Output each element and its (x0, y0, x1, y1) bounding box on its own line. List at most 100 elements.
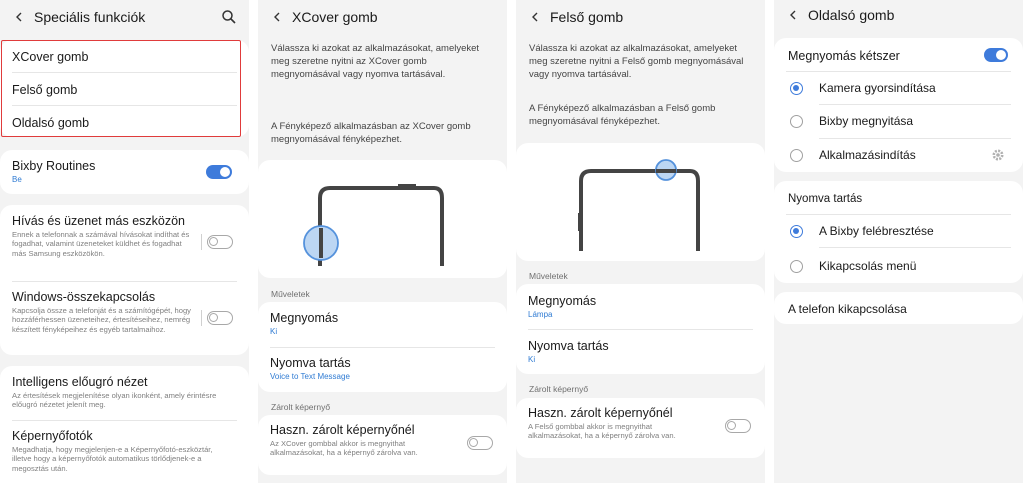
screenshots-title: Képernyőfotók (12, 429, 93, 443)
intro-camera-text: A Fényképező alkalmazásban az XCover gom… (271, 121, 471, 145)
hold-item[interactable]: Nyomva tartás Ki (528, 339, 753, 364)
option-open-app[interactable]: Alkalmazásindítás (819, 148, 916, 162)
illustration-card (258, 160, 507, 278)
windows-title: Windows-összekapcsolás (12, 290, 156, 304)
illustration-card (516, 143, 765, 261)
double-press-title: Megnyomás kétszer (788, 49, 900, 63)
windows-desc: Kapcsolja össze a telefonját és a számít… (12, 306, 191, 334)
divider (819, 104, 1011, 105)
actions-card: Megnyomás Lámpa Nyomva tartás Ki (516, 284, 765, 374)
hold-value: Voice to Text Message (270, 372, 350, 381)
option-open-bixby[interactable]: Bixby megnyitása (819, 114, 913, 128)
radio-quick-launch-camera[interactable] (790, 82, 803, 95)
press-value: Lámpa (528, 310, 553, 319)
screenshots-item[interactable]: Képernyőfotók Megadhatja, hogy megjelenj… (12, 429, 234, 473)
option-quick-launch-camera[interactable]: Kamera gyorsindítása (819, 81, 936, 95)
hold-card: Nyomva tartás A Bixby felébresztése Kika… (774, 181, 1023, 283)
power-off-item[interactable]: A telefon kikapcsolása (788, 302, 907, 316)
divider (270, 347, 495, 348)
bixby-routines-title: Bixby Routines (12, 159, 96, 173)
hold-title: Nyomva tartás (270, 356, 351, 370)
header: XCover gomb (258, 0, 507, 34)
back-arrow-icon[interactable] (270, 10, 284, 24)
divider (819, 247, 1011, 248)
radio-power-off-menu[interactable] (790, 260, 803, 273)
double-press-card: Megnyomás kétszer Kamera gyorsindítása B… (774, 38, 1023, 172)
calls-toggle[interactable] (207, 235, 233, 249)
lock-desc: A Felső gombbal akkor is megnyithat alka… (528, 422, 676, 441)
screen-xcover-button: XCover gomb Válassza ki azokat az alkalm… (258, 0, 507, 483)
bixby-card[interactable]: Bixby Routines Be (0, 150, 249, 194)
page-title: Speciális funkciók (34, 9, 146, 25)
phone-xcover-illustration (303, 184, 444, 266)
page-title: Felső gomb (550, 9, 624, 25)
smart-popup-item[interactable]: Intelligens előugró nézet Az értesítések… (12, 375, 234, 410)
lock-screen-toggle[interactable] (467, 436, 493, 450)
hold-value: Ki (528, 355, 536, 364)
header: Felső gomb (516, 0, 765, 34)
lock-screen-item[interactable]: Haszn. zárolt képernyőnél A Felső gombba… (528, 406, 705, 441)
windows-toggle[interactable] (207, 311, 233, 325)
phone-top-button-illustration (578, 159, 700, 251)
screen-top-button: Felső gomb Válassza ki azokat az alkalma… (516, 0, 765, 483)
double-press-toggle[interactable] (984, 48, 1008, 62)
intro-camera-text: A Fényképező alkalmazásban a Felső gomb … (529, 103, 716, 127)
radio-open-bixby[interactable] (790, 115, 803, 128)
smart-popup-title: Intelligens előugró nézet (12, 375, 148, 389)
misc-card: Intelligens előugró nézet Az értesítések… (0, 366, 249, 483)
divider (786, 71, 1011, 72)
press-value: Ki (270, 327, 278, 336)
lock-screen-toggle[interactable] (725, 419, 751, 433)
header: Speciális funkciók (0, 0, 249, 34)
link-to-windows-item[interactable]: Windows-összekapcsolás Kapcsolja össze a… (12, 290, 191, 334)
press-title: Megnyomás (528, 294, 597, 308)
back-arrow-icon[interactable] (528, 10, 542, 24)
section-lock-screen: Zárolt képernyő (529, 384, 589, 394)
section-lock-screen: Zárolt képernyő (271, 402, 331, 412)
lock-title: Haszn. zárolt képernyőnél (528, 406, 673, 420)
lock-title: Haszn. zárolt képernyőnél (270, 423, 415, 437)
lock-card: Haszn. zárolt képernyőnél Az XCover gomb… (258, 415, 507, 475)
calls-desc: Ennek a telefonnak a számával hívásokat … (12, 230, 190, 258)
intro-text: Válassza ki azokat az alkalmazásokat, am… (271, 43, 480, 80)
smart-popup-desc: Az értesítések megjelenítése olyan ikonk… (12, 391, 217, 410)
bixby-routines-status: Be (12, 175, 22, 184)
settings-gear-icon[interactable] (991, 148, 1005, 167)
divider (12, 420, 237, 421)
back-arrow-icon[interactable] (786, 8, 800, 22)
lock-desc: Az XCover gombbal akkor is megnyithat al… (270, 439, 418, 458)
vertical-separator (201, 310, 202, 326)
option-wake-bixby[interactable]: A Bixby felébresztése (819, 224, 934, 238)
press-item[interactable]: Megnyomás Lámpa (528, 294, 753, 319)
divider (528, 329, 753, 330)
actions-card: Megnyomás Ki Nyomva tartás Voice to Text… (258, 302, 507, 392)
bixby-routines-toggle[interactable] (206, 165, 232, 179)
option-power-off-menu[interactable]: Kikapcsolás menü (819, 259, 916, 273)
connections-card: Hívás és üzenet más eszközön Ennek a tel… (0, 205, 249, 355)
highlight-box (1, 40, 241, 137)
divider (12, 281, 237, 282)
section-actions: Műveletek (529, 271, 568, 281)
screen-side-button: Oldalsó gomb Megnyomás kétszer Kamera gy… (774, 0, 1023, 483)
radio-open-app[interactable] (790, 149, 803, 162)
divider (786, 214, 1011, 215)
lock-card: Haszn. zárolt képernyőnél A Felső gombba… (516, 398, 765, 458)
press-title: Megnyomás (270, 311, 339, 325)
hold-item[interactable]: Nyomva tartás Voice to Text Message (270, 356, 495, 381)
calls-other-devices-item[interactable]: Hívás és üzenet más eszközön Ennek a tel… (12, 214, 191, 258)
page-title: Oldalsó gomb (808, 7, 895, 23)
radio-wake-bixby[interactable] (790, 225, 803, 238)
hold-section-title: Nyomva tartás (788, 193, 863, 205)
bixby-routines-item[interactable]: Bixby Routines Be (12, 159, 237, 184)
search-icon[interactable] (221, 9, 237, 25)
press-item[interactable]: Megnyomás Ki (270, 311, 495, 336)
section-actions: Műveletek (271, 289, 310, 299)
back-arrow-icon[interactable] (12, 10, 26, 24)
power-off-card[interactable]: A telefon kikapcsolása (774, 292, 1023, 324)
screens-container: Speciális funkciók XCover gomb Felső gom… (0, 0, 1023, 483)
screen-special-features: Speciális funkciók XCover gomb Felső gom… (0, 0, 249, 483)
lock-screen-item[interactable]: Haszn. zárolt képernyőnél Az XCover gomb… (270, 423, 447, 458)
header: Oldalsó gomb (774, 0, 1023, 30)
hold-title: Nyomva tartás (528, 339, 609, 353)
divider (819, 138, 1011, 139)
